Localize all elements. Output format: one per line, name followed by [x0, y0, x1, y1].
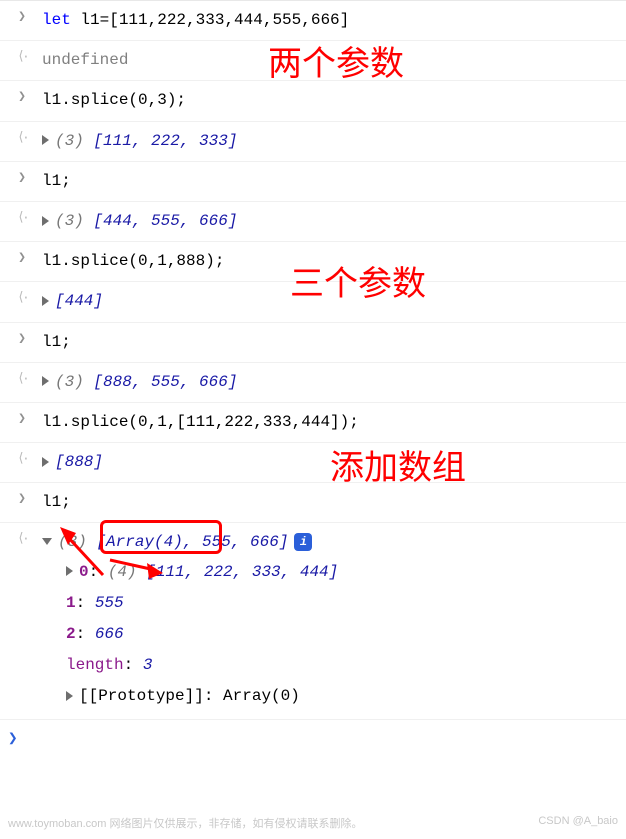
code-text: l1=[111,222,333,444,555,666]: [71, 11, 349, 29]
prop-value: 3: [143, 656, 153, 674]
prompt-marker: ❯: [8, 730, 18, 748]
property-row: length: 3: [66, 650, 618, 681]
expanded-header[interactable]: (3) [Array(4), 555, 666] i: [42, 529, 618, 556]
console-output-row: undefined: [0, 41, 626, 81]
property-row: 2: 666: [66, 619, 618, 650]
prop-key: 1: [66, 594, 76, 612]
colon: :: [76, 594, 95, 612]
expanded-array: (3) [Array(4), 555, 666] i 0: (4) [111, 2…: [36, 529, 618, 712]
console-output-row: (3) [111, 222, 333]: [0, 122, 626, 162]
prop-key: 0: [79, 563, 89, 581]
keyword-let: let: [42, 11, 71, 29]
console-input-row: l1;: [0, 162, 626, 202]
output-marker: [8, 369, 36, 386]
console-input-row: l1;: [0, 483, 626, 523]
expand-icon[interactable]: [42, 135, 49, 145]
undefined-output: undefined: [36, 47, 618, 74]
property-row: 1: 555: [66, 588, 618, 619]
output-marker: [8, 449, 36, 466]
nested-properties: 0: (4) [111, 222, 333, 444] 1: 555 2: 66…: [42, 557, 618, 713]
array-count: (3): [55, 132, 84, 150]
output-marker: [8, 288, 36, 305]
output-marker: [8, 128, 36, 145]
console-panel: let l1=[111,222,333,444,555,666] undefin…: [0, 0, 626, 756]
array-output[interactable]: [888]: [36, 449, 618, 476]
array-output[interactable]: (3) [444, 555, 666]: [36, 208, 618, 235]
console-output-row: [888]: [0, 443, 626, 483]
array-output[interactable]: [444]: [36, 288, 618, 315]
nested-count: (4): [108, 563, 137, 581]
array-count: (3): [55, 212, 84, 230]
expand-icon[interactable]: [66, 691, 73, 701]
console-input-row: l1;: [0, 323, 626, 363]
console-output-expanded: (3) [Array(4), 555, 666] i 0: (4) [111, 2…: [0, 523, 626, 719]
info-icon[interactable]: i: [294, 533, 312, 551]
console-output-row: [444]: [0, 282, 626, 322]
colon: :: [89, 563, 108, 581]
input-marker: [8, 168, 36, 185]
array-values: [888]: [55, 453, 103, 471]
code-line[interactable]: l1.splice(0,1,[111,222,333,444]);: [36, 409, 618, 436]
array-count: (3): [58, 533, 87, 551]
output-marker: [8, 47, 36, 64]
prototype-value: : Array(0): [204, 687, 300, 705]
input-marker: [8, 329, 36, 346]
code-line[interactable]: let l1=[111,222,333,444,555,666]: [36, 7, 618, 34]
input-marker: [8, 7, 36, 24]
console-input-row: l1.splice(0,3);: [0, 81, 626, 121]
input-marker: [8, 409, 36, 426]
array-values: [444]: [55, 292, 103, 310]
console-input-row: l1.splice(0,1,[111,222,333,444]);: [0, 403, 626, 443]
expand-icon[interactable]: [42, 457, 49, 467]
console-input-row: let l1=[111,222,333,444,555,666]: [0, 1, 626, 41]
nested-values: [111, 222, 333, 444]: [137, 563, 339, 581]
input-marker: [8, 248, 36, 265]
array-values: [111, 222, 333]: [84, 132, 238, 150]
watermark: www.toymoban.com 网络图片仅供展示，非存储，如有侵权请联系删除。…: [8, 815, 618, 831]
array-output[interactable]: (3) [888, 555, 666]: [36, 369, 618, 396]
collapse-icon[interactable]: [42, 538, 52, 545]
code-line[interactable]: l1;: [36, 168, 618, 195]
array-count: (3): [55, 373, 84, 391]
array-values: [444, 555, 666]: [84, 212, 238, 230]
output-marker: [8, 529, 36, 546]
prop-key: length: [66, 656, 124, 674]
colon: :: [76, 625, 95, 643]
expand-icon[interactable]: [42, 296, 49, 306]
array-summary: [Array(4), 555, 666]: [87, 533, 289, 551]
colon: :: [124, 656, 143, 674]
prototype-label: [[Prototype]]: [79, 687, 204, 705]
expand-icon[interactable]: [66, 566, 73, 576]
prop-key: 2: [66, 625, 76, 643]
property-row[interactable]: 0: (4) [111, 222, 333, 444]: [66, 557, 618, 588]
expand-icon[interactable]: [42, 376, 49, 386]
console-input-row: l1.splice(0,1,888);: [0, 242, 626, 282]
expand-icon[interactable]: [42, 216, 49, 226]
code-line[interactable]: l1;: [36, 489, 618, 516]
watermark-right: CSDN @A_baio: [538, 815, 618, 831]
output-marker: [8, 208, 36, 225]
console-output-row: (3) [888, 555, 666]: [0, 363, 626, 403]
console-output-row: (3) [444, 555, 666]: [0, 202, 626, 242]
array-output[interactable]: (3) [111, 222, 333]: [36, 128, 618, 155]
code-line[interactable]: l1.splice(0,1,888);: [36, 248, 618, 275]
prop-value: 666: [95, 625, 124, 643]
code-line[interactable]: l1.splice(0,3);: [36, 87, 618, 114]
input-marker: [8, 87, 36, 104]
code-line[interactable]: l1;: [36, 329, 618, 356]
prop-value: 555: [95, 594, 124, 612]
watermark-left: www.toymoban.com 网络图片仅供展示，非存储，如有侵权请联系删除。: [8, 815, 362, 831]
property-row[interactable]: [[Prototype]]: Array(0): [66, 681, 618, 712]
array-values: [888, 555, 666]: [84, 373, 238, 391]
console-prompt[interactable]: ❯: [0, 720, 626, 756]
input-marker: [8, 489, 36, 506]
